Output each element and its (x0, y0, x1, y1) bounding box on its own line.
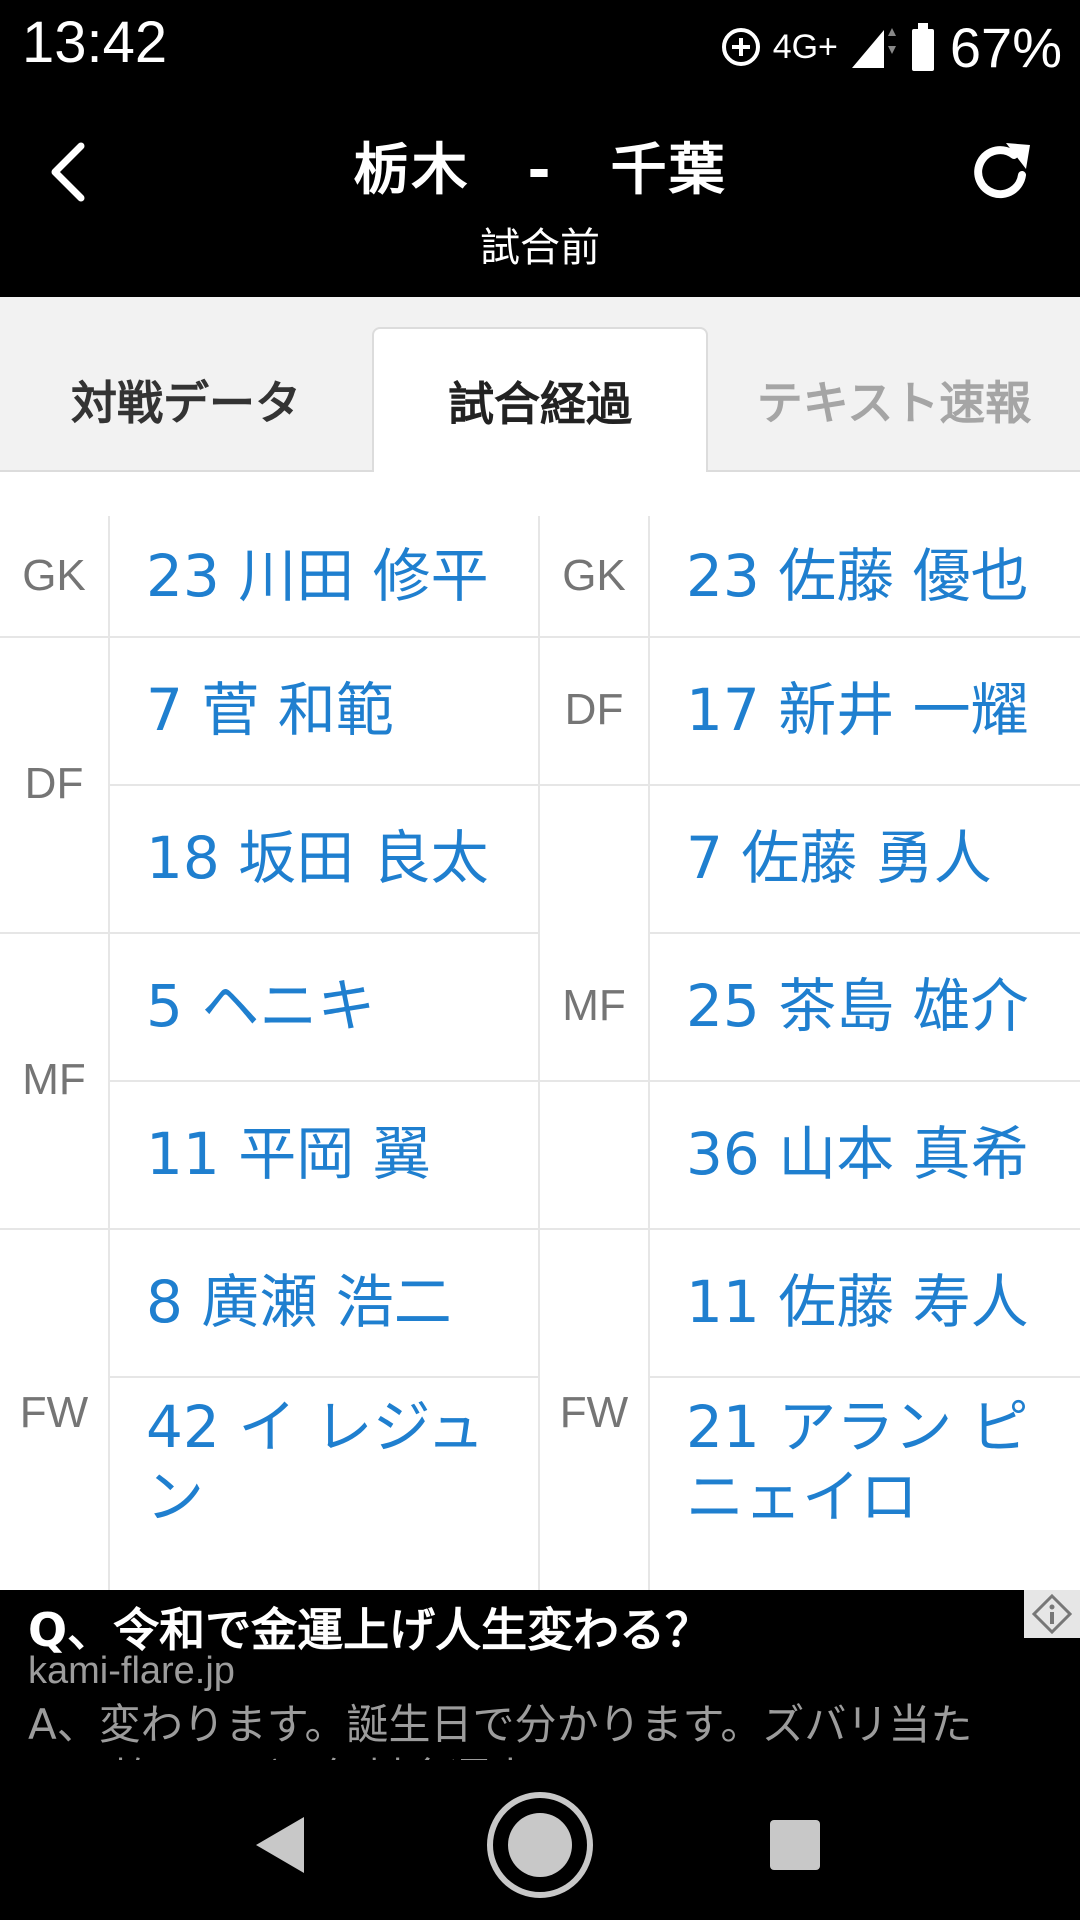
away-player-link[interactable]: 11 佐藤 寿人 (686, 1228, 1056, 1376)
chevron-left-icon (51, 142, 85, 202)
position-label: GK (562, 551, 626, 600)
row-divider (108, 1376, 538, 1378)
tab-match-progress[interactable]: 試合経過 (372, 327, 708, 472)
refresh-icon (974, 143, 1030, 199)
away-player-link[interactable]: 7 佐藤 勇人 (686, 784, 1056, 932)
nav-back-button[interactable] (225, 1790, 335, 1900)
home-player-link[interactable]: 5 ヘニキ (146, 932, 516, 1080)
tab-bar: 対戦データ 試合経過 テキスト速報 (0, 297, 1080, 472)
battery-icon (911, 23, 934, 71)
back-button[interactable] (34, 117, 104, 227)
system-nav-bar (0, 1760, 1080, 1920)
nav-home-button[interactable] (485, 1790, 595, 1900)
match-status: 試合前 (480, 225, 600, 271)
row-divider (650, 1376, 1080, 1378)
home-player-link[interactable]: 7 菅 和範 (146, 636, 516, 784)
home-player-link[interactable]: 42 イ レジュン (146, 1392, 516, 1542)
position-label: MF (562, 981, 626, 1030)
column-divider (648, 516, 650, 1590)
home-player-link[interactable]: 23 川田 修平 (146, 516, 516, 636)
home-player-link[interactable]: 18 坂田 良太 (146, 784, 516, 932)
position-label: DF (564, 685, 624, 734)
data-saver-icon (721, 28, 760, 66)
column-divider (108, 516, 110, 1590)
refresh-button[interactable] (956, 117, 1046, 227)
away-player-link[interactable]: 23 佐藤 優也 (686, 516, 1056, 636)
position-label: DF (24, 759, 84, 808)
away-player-link[interactable]: 36 山本 真希 (686, 1080, 1056, 1228)
home-player-link[interactable]: 11 平岡 翼 (146, 1080, 516, 1228)
ad-banner[interactable]: Q、令和で金運上げ人生変わる？ kami-flare.jp A、変わります。誕生… (0, 1590, 1080, 1760)
ad-domain: kami-flare.jp (28, 1650, 235, 1692)
signal-icon (851, 28, 896, 68)
lineup-table: GK DF MF FW 23 川田 修平 7 菅 和範 18 坂田 良太 5 ヘ… (0, 472, 1080, 1590)
info-icon (1032, 1594, 1072, 1634)
recents-square-icon (770, 1820, 820, 1870)
battery-level: 67% (949, 15, 1062, 79)
tab-match-data[interactable]: 対戦データ (0, 327, 372, 472)
tab-text-live[interactable]: テキスト速報 (708, 327, 1080, 472)
nav-recents-button[interactable] (740, 1790, 850, 1900)
match-title: 栃木 - 千葉 (353, 138, 727, 203)
ad-info-button[interactable] (1024, 1590, 1080, 1638)
app-header: 栃木 - 千葉 試合前 (0, 95, 1080, 297)
network-type: 4G+ (772, 27, 838, 66)
home-circle-icon (487, 1792, 593, 1898)
position-label: MF (22, 1055, 86, 1104)
status-bar: 13:42 4G+ 67% (0, 0, 1080, 95)
away-player-link[interactable]: 21 アラン ピニェイロ (686, 1392, 1056, 1542)
away-player-link[interactable]: 17 新井 一耀 (686, 636, 1056, 784)
position-label: GK (22, 551, 86, 600)
ad-description: A、変わります。誕生日で分かります。ズバリ当たる！怖いほど…無料金運占い (28, 1700, 973, 1760)
position-label: FW (19, 1388, 89, 1437)
back-triangle-icon (256, 1817, 304, 1873)
status-icons: 4G+ 67% (719, 12, 1062, 82)
status-time: 13:42 (22, 10, 168, 75)
home-player-link[interactable]: 8 廣瀬 浩二 (146, 1228, 516, 1376)
away-player-link[interactable]: 25 茶島 雄介 (686, 932, 1056, 1080)
position-label: FW (559, 1388, 629, 1437)
